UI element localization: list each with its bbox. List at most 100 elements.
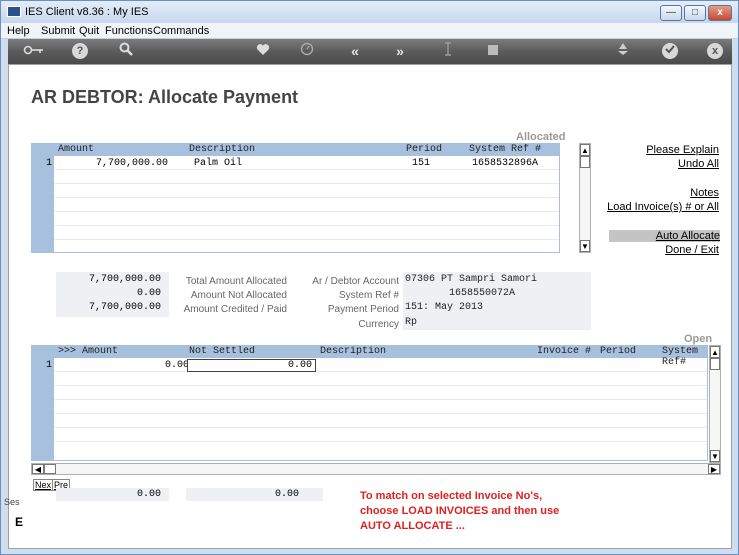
row-open-amount: 0.00 [164, 360, 189, 371]
table-row[interactable] [54, 415, 707, 428]
undo-all-link[interactable]: Undo All [609, 158, 719, 170]
note-line-2: choose LOAD INVOICES and then use [360, 505, 560, 517]
recycle-icon[interactable] [612, 42, 634, 61]
table-row[interactable]: 7,700,000.00 Palm Oil 151 1658532896A [54, 157, 559, 170]
scroll-down-arrow-icon[interactable]: ▼ [580, 240, 590, 252]
footer-amount-total: 0.00 [136, 489, 161, 500]
open-row-gutter: 1 [32, 358, 54, 460]
scroll-thumb[interactable] [580, 156, 590, 168]
table-row[interactable] [54, 171, 559, 184]
minimize-button[interactable]: — [660, 5, 682, 21]
done-exit-link[interactable]: Done / Exit [609, 244, 719, 256]
please-explain-link[interactable]: Please Explain [609, 144, 719, 156]
row-number: 1 [45, 360, 52, 371]
open-grid: >>> Amount Not Settled Description Invoi… [31, 345, 708, 461]
table-row[interactable] [54, 401, 707, 414]
col-open-description[interactable]: Description [320, 346, 386, 357]
account-value: 07306 PT Sampri Samori [405, 274, 538, 285]
col-period[interactable]: Period [406, 144, 442, 155]
title-bar: IES Client v8.36 : My IES — □ x [1, 1, 738, 23]
table-row[interactable] [54, 429, 707, 442]
not-allocated-label: Amount Not Allocated [190, 290, 287, 301]
total-allocated-value: 7,700,000.00 [88, 274, 161, 285]
menu-quit[interactable]: Quit [79, 25, 99, 37]
col-open-period[interactable]: Period [600, 346, 636, 357]
search-icon[interactable] [115, 42, 137, 61]
table-row[interactable] [54, 373, 707, 386]
menu-submit[interactable]: Submit [41, 25, 75, 37]
window-close-button[interactable]: x [708, 5, 732, 21]
table-row[interactable]: 0.00 [54, 359, 707, 372]
row-description: Palm Oil [194, 158, 243, 169]
next-tab[interactable]: Nex [33, 479, 54, 491]
menu-bar: Help Submit Quit Functions Commands [1, 23, 738, 39]
table-row[interactable] [54, 185, 559, 198]
scroll-up-arrow-icon[interactable]: ▲ [580, 144, 590, 156]
menu-commands[interactable]: Commands [153, 25, 209, 37]
currency-value: Rp [405, 317, 418, 328]
auto-allocate-link[interactable]: Auto Allocate [609, 230, 720, 242]
help-icon[interactable]: ? [72, 43, 88, 59]
table-row[interactable] [54, 387, 707, 400]
col-invoice-number[interactable]: Invoice # [537, 346, 591, 357]
open-grid-header: >>> Amount Not Settled Description Invoi… [32, 346, 707, 368]
note-line-3: AUTO ALLOCATE ... [360, 520, 465, 532]
key-icon[interactable] [22, 42, 46, 61]
open-scrollbar-vertical[interactable]: ▲ ▼ [709, 345, 721, 463]
allocated-grid-header: Amount Description Period System Ref # [32, 144, 559, 156]
maximize-button[interactable]: □ [684, 5, 706, 21]
currency-label: Currency [358, 319, 399, 330]
app-icon [7, 6, 21, 17]
toolbar: ? « » x [8, 39, 732, 64]
back-icon[interactable]: « [344, 42, 366, 61]
account-info-box: 07306 PT Sampri Samori 1658550072A 151: … [403, 272, 591, 330]
table-row[interactable] [54, 199, 559, 212]
footer-not-settled-box: 0.00 [186, 488, 323, 501]
footer-not-settled-total: 0.00 [274, 489, 299, 500]
scroll-right-arrow-icon[interactable]: ▶ [708, 464, 720, 474]
row-number: 1 [45, 158, 52, 169]
load-invoices-link[interactable]: Load Invoice(s) # or All [599, 201, 719, 213]
col-not-settled[interactable]: Not Settled [189, 346, 255, 357]
scroll-thumb[interactable] [44, 464, 56, 474]
stop-icon[interactable] [482, 42, 504, 61]
window-title: IES Client v8.36 : My IES [25, 6, 149, 18]
col-system-ref[interactable]: System Ref # [469, 144, 541, 155]
row-system-ref: 1658532896A [472, 158, 539, 169]
col-open-amount[interactable]: >>> Amount [58, 346, 118, 357]
total-allocated-label: Total Amount Allocated [185, 276, 287, 287]
scroll-left-arrow-icon[interactable]: ◀ [32, 464, 44, 474]
page-title: AR DEBTOR: Allocate Payment [31, 87, 299, 107]
table-row[interactable] [54, 227, 559, 240]
credited-paid-value: 7,700,000.00 [88, 302, 161, 313]
not-allocated-value: 0.00 [136, 288, 161, 299]
forward-icon[interactable]: » [389, 42, 411, 61]
grid-divider [559, 156, 560, 253]
col-description[interactable]: Description [189, 144, 255, 155]
open-scrollbar-horizontal[interactable]: ◀ ▶ [31, 463, 721, 475]
check-icon[interactable] [662, 43, 678, 59]
app-window: IES Client v8.36 : My IES — □ x Help Sub… [0, 0, 739, 555]
row-amount: 7,700,000.00 [95, 158, 168, 169]
table-row[interactable] [54, 213, 559, 226]
cursor-icon[interactable] [437, 42, 459, 61]
allocated-scrollbar[interactable]: ▲ ▼ [579, 143, 591, 253]
allocated-row-gutter: 1 [32, 156, 54, 252]
scroll-up-arrow-icon[interactable]: ▲ [710, 346, 720, 358]
not-settled-input[interactable]: 0.00 [187, 359, 316, 372]
scroll-thumb[interactable] [710, 358, 720, 370]
notes-link[interactable]: Notes [609, 187, 719, 199]
col-amount[interactable]: Amount [58, 144, 94, 155]
side-fragment-e: E [15, 515, 24, 529]
close-icon[interactable]: x [707, 43, 723, 59]
heart-icon[interactable] [252, 42, 274, 61]
payment-period-value: 151: May 2013 [405, 302, 484, 313]
scroll-down-arrow-icon[interactable]: ▼ [710, 450, 720, 462]
row-period: 151 [412, 158, 431, 169]
open-section-label: Open [684, 333, 713, 345]
menu-help[interactable]: Help [7, 25, 30, 37]
clock-icon[interactable] [296, 42, 318, 61]
payment-period-label: Payment Period [327, 304, 399, 315]
main-panel: AR DEBTOR: Allocate Payment Allocated Am… [4, 64, 732, 549]
menu-functions[interactable]: Functions [105, 25, 153, 37]
